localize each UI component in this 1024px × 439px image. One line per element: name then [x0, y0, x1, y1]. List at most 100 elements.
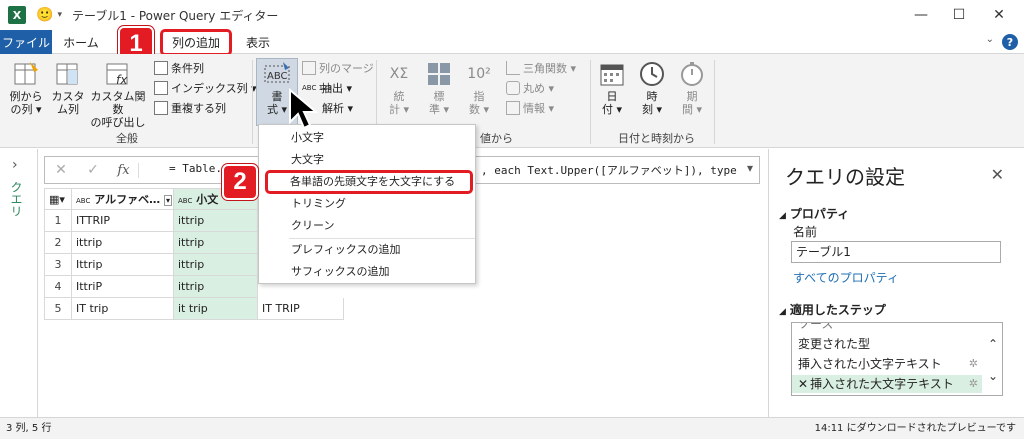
format-icon-text: ABC	[267, 71, 288, 82]
help-icon[interactable]: ?	[1002, 34, 1018, 50]
date-button[interactable]: 日 付 ▾	[596, 60, 628, 116]
close-window-button[interactable]: ✕	[976, 0, 1022, 30]
excel-logo-icon: X	[8, 6, 26, 24]
table-cell[interactable]: IT TRIP	[258, 298, 344, 320]
custom-column-button[interactable]: カスタ ム列	[50, 60, 86, 116]
commit-formula-icon[interactable]: ✓	[77, 162, 109, 178]
menu-item-add-suffix[interactable]: サフィックスの追加	[259, 261, 475, 283]
scroll-down-chevron-icon[interactable]: ⌄	[988, 369, 998, 383]
scroll-up-chevron-icon[interactable]: ⌃	[988, 337, 998, 351]
all-properties-link[interactable]: すべてのプロパティ	[793, 269, 899, 286]
close-pane-icon[interactable]: ✕	[991, 165, 1004, 184]
table-cell[interactable]: IttriP	[72, 276, 174, 298]
statistics-button[interactable]: XΣ 統 計 ▾	[382, 60, 416, 116]
row-number: 3	[44, 254, 72, 276]
table-cell[interactable]: IT trip	[72, 298, 174, 320]
tab-view[interactable]: 表示	[238, 30, 278, 54]
menu-item-capitalize-each-word[interactable]: 各単語の先頭文字を大文字にする	[265, 170, 473, 194]
step-item[interactable]: 変更された型	[792, 335, 982, 353]
table-cell[interactable]: ittrip	[174, 232, 258, 254]
table-cell[interactable]: it trip	[174, 298, 258, 320]
standard-button[interactable]: 標 準 ▾	[422, 60, 456, 116]
parse-button[interactable]: 解析 ▾	[322, 100, 353, 116]
properties-header[interactable]: ◢ プロパティ	[779, 205, 849, 222]
status-row-col-count: 3 列, 5 行	[6, 423, 52, 434]
query-settings-pane: クエリの設定 ✕ ◢ プロパティ 名前 テーブル1 すべてのプロパティ ◢ 適用した…	[768, 149, 1024, 417]
menu-item-trim[interactable]: トリミング	[259, 193, 475, 215]
step-settings-gear-icon[interactable]: ✲	[969, 375, 978, 393]
time-button[interactable]: 時 刻 ▾	[636, 60, 668, 116]
information-icon	[506, 101, 520, 115]
invoke-custom-function-button[interactable]: fx カスタム関数 の呼び出し	[88, 60, 148, 129]
invoke-function-icon: fx	[106, 63, 128, 87]
window-title: テーブル1 - Power Query エディター	[71, 8, 279, 23]
text-type-icon[interactable]: ABC	[178, 197, 192, 205]
table-cell[interactable]: ITTRIP	[72, 210, 174, 232]
row-number: 5	[44, 298, 72, 320]
tab-file[interactable]: ファイル	[0, 30, 52, 54]
table-menu-icon[interactable]: ▦▾	[44, 188, 72, 210]
queries-pane-label[interactable]: クエリ	[8, 181, 25, 217]
step-badge-2: 2	[222, 164, 258, 200]
expand-queries-chevron-icon[interactable]: ›	[12, 157, 18, 173]
step-item[interactable]: 挿入された小文字テキスト ✲	[792, 355, 982, 373]
trigonometry-label: 三角関数 ▾	[523, 62, 577, 75]
table-cell[interactable]: Ittrip	[72, 254, 174, 276]
query-name-input[interactable]: テーブル1	[791, 241, 1001, 263]
time-label-2: 刻 ▾	[641, 103, 663, 116]
standard-calc-icon	[428, 63, 450, 85]
duration-button[interactable]: 期 間 ▾	[676, 60, 708, 116]
parse-label: 解析 ▾	[322, 102, 354, 115]
formula-text-end[interactable]: , each Text.Upper([アルファベット]), type	[481, 162, 737, 178]
duplicate-column-button[interactable]: 重複する列	[154, 100, 226, 116]
formula-expand-icon[interactable]: ▾	[747, 161, 753, 175]
delete-step-icon[interactable]: ✕	[798, 377, 808, 391]
group-separator	[714, 60, 715, 144]
information-button[interactable]: 情報 ▾	[506, 100, 554, 116]
table-cell[interactable]: ittrip	[174, 254, 258, 276]
queries-pane-collapsed: › クエリ	[0, 149, 38, 417]
column-filter-icon[interactable]: ▾	[163, 195, 172, 206]
fx-icon[interactable]: fx	[109, 162, 139, 178]
statistics-label-1: 統	[393, 90, 405, 103]
ribbon-collapse-icon[interactable]: ⌄	[986, 34, 994, 45]
table-cell[interactable]: ittrip	[174, 276, 258, 298]
index-column-button[interactable]: インデックス列 ▾	[154, 80, 257, 96]
scientific-button[interactable]: 10² 指 数 ▾	[462, 60, 496, 116]
text-type-icon[interactable]: ABC	[76, 197, 90, 205]
collapse-triangle-icon[interactable]: ◢	[779, 307, 786, 317]
standard-label-1: 標	[433, 90, 445, 103]
applied-steps-header[interactable]: ◢ 適用したステップ	[779, 301, 886, 318]
tab-home[interactable]: ホーム	[56, 30, 106, 54]
column-from-examples-button[interactable]: 例から の列 ▾	[6, 60, 46, 116]
quick-access-dropdown-icon[interactable]: ▾	[57, 10, 62, 20]
step-item-selected[interactable]: ✕ 挿入された大文字テキスト ✲	[792, 375, 982, 393]
step-settings-gear-icon[interactable]: ✲	[969, 355, 978, 373]
column-header-alphabet[interactable]: ABC アルファベ… ▾	[72, 188, 174, 210]
table-cell[interactable]: ittrip	[174, 210, 258, 232]
time-label-1: 時	[646, 90, 658, 103]
row-number: 1	[44, 210, 72, 232]
scientific-label-1: 指	[473, 90, 485, 103]
index-column-label: インデックス列 ▾	[171, 82, 257, 95]
format-label-1: 書	[271, 90, 283, 103]
merge-columns-button[interactable]: 列のマージ	[302, 60, 374, 76]
tab-add-column[interactable]: 列の追加	[160, 29, 232, 56]
table-cell[interactable]: ittrip	[72, 232, 174, 254]
group-label-number: 値から	[480, 132, 513, 145]
cancel-formula-icon[interactable]: ✕	[45, 162, 77, 178]
trigonometry-button[interactable]: 三角関数 ▾	[506, 60, 576, 76]
menu-item-clean[interactable]: クリーン	[259, 215, 475, 237]
collapse-triangle-icon[interactable]: ◢	[779, 211, 786, 221]
step-item[interactable]: ソース	[792, 323, 982, 333]
conditional-column-button[interactable]: 条件列	[154, 60, 204, 76]
menu-item-uppercase[interactable]: 大文字	[259, 149, 475, 171]
column-from-examples-label-2: の列 ▾	[10, 103, 42, 116]
smiley-feedback-icon[interactable]: 🙂	[36, 7, 53, 23]
rounding-button[interactable]: 丸め ▾	[506, 80, 554, 96]
group-separator	[590, 60, 591, 144]
menu-item-add-prefix[interactable]: プレフィックスの追加	[259, 239, 475, 261]
scientific-icon: 10²	[467, 66, 491, 82]
rounding-icon	[506, 81, 520, 95]
invoke-function-label-1: カスタム関数	[90, 90, 146, 116]
